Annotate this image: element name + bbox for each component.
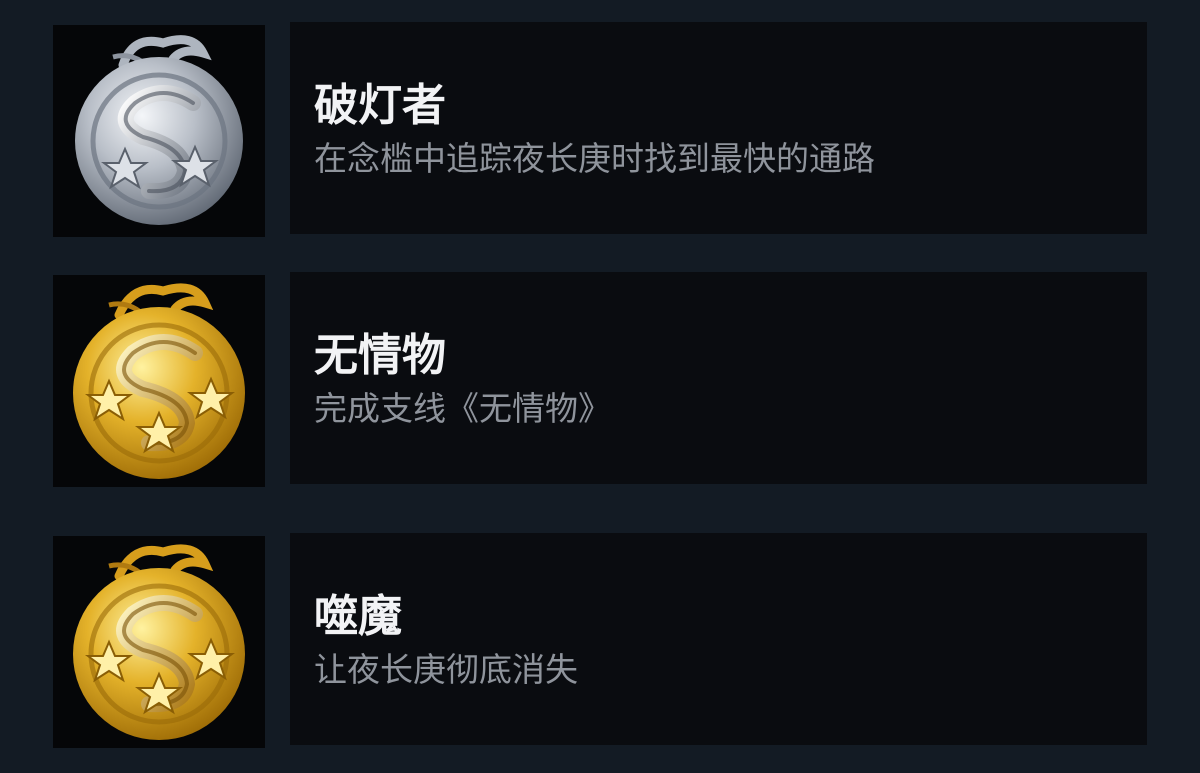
dragon-medal-silver-icon [75, 35, 243, 225]
achievement-card: 无情物 完成支线《无情物》 [290, 272, 1147, 484]
achievement-icon-frame [53, 536, 265, 748]
achievement-icon-frame [53, 25, 265, 237]
achievement-description: 让夜长庚彻底消失 [314, 650, 578, 689]
achievement-icon-frame [53, 275, 265, 487]
achievement-title: 无情物 [314, 330, 446, 381]
achievement-card: 破灯者 在念槛中追踪夜长庚时找到最快的通路 [290, 22, 1147, 234]
achievement-title: 破灯者 [314, 80, 446, 131]
achievement-description: 在念槛中追踪夜长庚时找到最快的通路 [314, 139, 875, 178]
dragon-medal-gold-icon [73, 544, 245, 740]
achievement-title: 噬魔 [314, 591, 402, 642]
achievement-card: 噬魔 让夜长庚彻底消失 [290, 533, 1147, 745]
achievement-description: 完成支线《无情物》 [314, 389, 611, 428]
dragon-medal-gold-icon [73, 283, 245, 479]
